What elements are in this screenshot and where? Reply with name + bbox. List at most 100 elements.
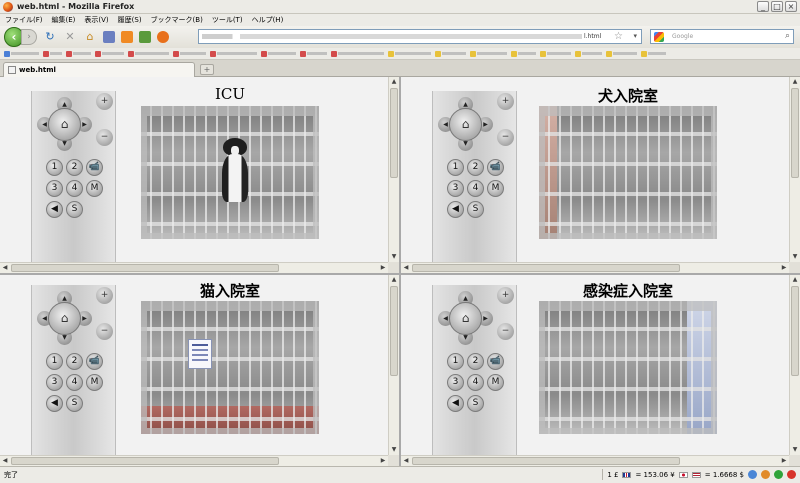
close-button[interactable]: ×	[785, 1, 797, 12]
tab-web-html[interactable]: web.html	[3, 62, 195, 77]
audio-button[interactable]: ◀	[46, 395, 63, 412]
addon-status-icon[interactable]	[787, 470, 796, 479]
bookmark-item[interactable]	[95, 50, 124, 57]
zoom-in-button[interactable]: +	[96, 287, 113, 304]
preset-2-button[interactable]: 2	[66, 159, 83, 176]
menu-edit[interactable]: 編集(E)	[52, 15, 76, 25]
home-icon[interactable]: ⌂	[83, 30, 97, 44]
bookmark-item[interactable]	[575, 50, 602, 57]
record-button[interactable]: 📹	[487, 353, 504, 370]
bookmark-item[interactable]	[300, 50, 327, 57]
audio-button[interactable]: ◀	[46, 201, 63, 218]
preset-3-button[interactable]: 3	[46, 180, 63, 197]
bookmark-item[interactable]	[66, 50, 91, 57]
preset-2-button[interactable]: 2	[66, 353, 83, 370]
home-position-button[interactable]: ⌂	[48, 108, 81, 141]
bookmark-item[interactable]	[173, 50, 206, 57]
zoom-out-button[interactable]: −	[497, 323, 514, 340]
snapshot-button[interactable]: S	[467, 201, 484, 218]
address-bar[interactable]: l.html ☆ ▾	[198, 29, 642, 44]
bookmark-item[interactable]	[331, 50, 384, 57]
bookmark-item[interactable]	[261, 50, 296, 57]
zoom-in-button[interactable]: +	[96, 93, 113, 110]
horizontal-scrollbar[interactable]: ◀ ▶	[0, 262, 388, 273]
preset-1-button[interactable]: 1	[46, 159, 63, 176]
home-position-button[interactable]: ⌂	[48, 302, 81, 335]
bookmark-item[interactable]	[388, 50, 431, 57]
addon-status-icon[interactable]	[748, 470, 757, 479]
preset-3-button[interactable]: 3	[447, 180, 464, 197]
zoom-out-button[interactable]: −	[96, 129, 113, 146]
menu-history[interactable]: 履歴(S)	[118, 15, 142, 25]
bookmark-item[interactable]	[540, 50, 571, 57]
memory-button[interactable]: M	[86, 374, 103, 391]
vertical-scrollbar[interactable]: ▲ ▼	[388, 77, 399, 262]
snapshot-button[interactable]: S	[66, 201, 83, 218]
bookmark-item[interactable]	[128, 50, 169, 57]
addon-icon[interactable]	[103, 31, 115, 43]
rss-icon[interactable]	[121, 31, 133, 43]
new-tab-button[interactable]: +	[200, 64, 214, 75]
maximize-button[interactable]: □	[771, 1, 783, 12]
bookmark-item[interactable]	[511, 50, 536, 57]
preset-1-button[interactable]: 1	[447, 353, 464, 370]
bookmark-item[interactable]	[210, 50, 257, 57]
preset-1-button[interactable]: 1	[46, 353, 63, 370]
zoom-out-button[interactable]: −	[96, 323, 113, 340]
menu-file[interactable]: ファイル(F)	[5, 15, 43, 25]
preset-4-button[interactable]: 4	[66, 180, 83, 197]
horizontal-scrollbar[interactable]: ◀ ▶	[0, 455, 388, 466]
preset-3-button[interactable]: 3	[447, 374, 464, 391]
menu-help[interactable]: ヘルプ(H)	[252, 15, 284, 25]
bookmark-item[interactable]	[470, 50, 507, 57]
preset-3-button[interactable]: 3	[46, 374, 63, 391]
record-button[interactable]: 📹	[86, 159, 103, 176]
addon-icon[interactable]	[139, 31, 151, 43]
bookmark-item[interactable]	[641, 50, 666, 57]
menu-tools[interactable]: ツール(T)	[212, 15, 243, 25]
zoom-in-button[interactable]: +	[497, 93, 514, 110]
stop-icon[interactable]: ✕	[63, 30, 77, 44]
vertical-scrollbar[interactable]: ▲ ▼	[789, 77, 800, 262]
preset-2-button[interactable]: 2	[467, 353, 484, 370]
preset-2-button[interactable]: 2	[467, 159, 484, 176]
bookmark-item[interactable]	[43, 50, 62, 57]
memory-button[interactable]: M	[86, 180, 103, 197]
preset-1-button[interactable]: 1	[447, 159, 464, 176]
horizontal-scrollbar[interactable]: ◀ ▶	[401, 455, 789, 466]
memory-button[interactable]: M	[487, 180, 504, 197]
google-icon[interactable]	[654, 31, 664, 42]
home-position-button[interactable]: ⌂	[449, 108, 482, 141]
record-button[interactable]: 📹	[487, 159, 504, 176]
search-icon[interactable]: ⌕	[785, 31, 790, 41]
zoom-out-button[interactable]: −	[497, 129, 514, 146]
preset-4-button[interactable]: 4	[66, 374, 83, 391]
preset-4-button[interactable]: 4	[467, 180, 484, 197]
url-dropdown-icon[interactable]: ▾	[633, 32, 637, 40]
forward-button[interactable]: ›	[21, 29, 37, 45]
menu-view[interactable]: 表示(V)	[84, 15, 108, 25]
record-button[interactable]: 📹	[86, 353, 103, 370]
bookmark-star-icon[interactable]: ☆	[614, 31, 623, 42]
preset-4-button[interactable]: 4	[467, 374, 484, 391]
menu-bookmarks[interactable]: ブックマーク(B)	[151, 15, 203, 25]
search-input[interactable]: Google ⌕	[650, 29, 794, 44]
addon-status-icon[interactable]	[774, 470, 783, 479]
horizontal-scrollbar[interactable]: ◀ ▶	[401, 262, 789, 273]
memory-button[interactable]: M	[487, 374, 504, 391]
home-position-button[interactable]: ⌂	[449, 302, 482, 335]
addon-status-icon[interactable]	[761, 470, 770, 479]
audio-button[interactable]: ◀	[447, 201, 464, 218]
bookmark-item[interactable]	[4, 50, 39, 57]
alert-icon[interactable]	[157, 31, 169, 43]
audio-button[interactable]: ◀	[447, 395, 464, 412]
vertical-scrollbar[interactable]: ▲ ▼	[789, 275, 800, 455]
snapshot-button[interactable]: S	[467, 395, 484, 412]
minimize-button[interactable]: _	[757, 1, 769, 12]
bookmark-item[interactable]	[606, 50, 637, 57]
reload-icon[interactable]: ↻	[43, 30, 57, 44]
bookmark-item[interactable]	[435, 50, 466, 57]
vertical-scrollbar[interactable]: ▲ ▼	[388, 275, 399, 455]
snapshot-button[interactable]: S	[66, 395, 83, 412]
zoom-in-button[interactable]: +	[497, 287, 514, 304]
